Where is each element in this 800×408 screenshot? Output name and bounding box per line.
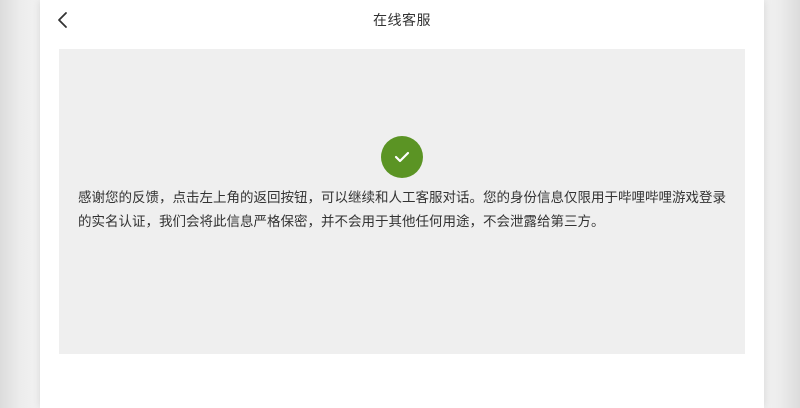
result-card: 感谢您的反馈，点击左上角的返回按钮，可以继续和人工客服对话。您的身份信息仅限用于… [59, 49, 745, 354]
check-icon [394, 151, 410, 163]
header-bar: 在线客服 [40, 0, 764, 40]
result-message: 感谢您的反馈，点击左上角的返回按钮，可以继续和人工客服对话。您的身份信息仅限用于… [78, 190, 726, 230]
success-badge [381, 136, 423, 178]
page-title: 在线客服 [373, 13, 431, 29]
customer-service-panel: 在线客服 感谢您的反馈，点击左上角的返回按钮，可以继续和人工客服对话。您的身份信… [40, 0, 764, 408]
